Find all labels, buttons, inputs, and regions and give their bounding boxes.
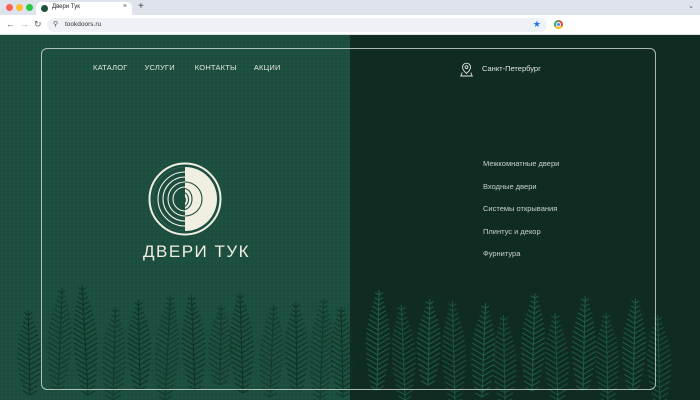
browser-tab-strip: Двери Тук × + ⌄ (0, 0, 700, 15)
menu-item-interior-doors[interactable]: Межкомнатные двери (483, 159, 559, 182)
nav-item-services[interactable]: УСЛУГИ (145, 63, 175, 72)
close-window-button[interactable] (6, 4, 13, 11)
site-info-icon[interactable]: ⚲ (53, 20, 58, 28)
nav-item-promotions[interactable]: АКЦИИ (254, 63, 281, 72)
browser-tab[interactable]: Двери Тук × (36, 2, 132, 15)
nav-item-catalog[interactable]: КАТАЛОГ (93, 63, 128, 72)
close-icon[interactable]: × (123, 3, 127, 10)
bookmark-star-icon[interactable]: ★ (533, 19, 541, 30)
plus-icon[interactable]: + (138, 1, 144, 13)
menu-item-hardware[interactable]: Фурнитура (483, 249, 559, 272)
website: КАТАЛОГ УСЛУГИ КОНТАКТЫ АКЦИИ Санкт-Пете… (0, 35, 700, 400)
content-frame (41, 48, 656, 390)
forward-arrow-icon[interactable]: → (20, 19, 29, 30)
menu-item-entrance-doors[interactable]: Входные двери (483, 182, 559, 205)
url-text[interactable]: tookdoors.ru (65, 21, 101, 28)
nav-item-contacts[interactable]: КОНТАКТЫ (195, 63, 237, 72)
address-bar[interactable]: ⚲ tookdoors.ru ★ (47, 18, 547, 32)
catalog-menu: Межкомнатные двери Входные двери Системы… (483, 159, 559, 272)
location-pin-icon (460, 62, 473, 77)
back-arrow-icon[interactable]: ← (6, 19, 15, 30)
minimize-window-button[interactable] (16, 4, 23, 11)
logo-icon[interactable] (148, 162, 222, 236)
menu-item-skirting-decor[interactable]: Плинтус и декор (483, 227, 559, 250)
brand-name: ДВЕРИ ТУК (143, 242, 251, 261)
main-nav: КАТАЛОГ УСЛУГИ КОНТАКТЫ АКЦИИ (93, 63, 281, 72)
reload-icon[interactable]: ↻ (34, 19, 42, 30)
favicon-icon (41, 5, 48, 12)
city-label: Санкт-Петербург (482, 64, 541, 73)
chevron-down-icon[interactable]: ⌄ (688, 2, 694, 10)
browser-toolbar: ← → ↻ ⚲ tookdoors.ru ★ (0, 15, 700, 35)
maximize-window-button[interactable] (26, 4, 33, 11)
tab-title: Двери Тук (52, 4, 80, 10)
chrome-account-icon[interactable] (554, 20, 563, 29)
menu-item-opening-systems[interactable]: Системы открывания (483, 204, 559, 227)
